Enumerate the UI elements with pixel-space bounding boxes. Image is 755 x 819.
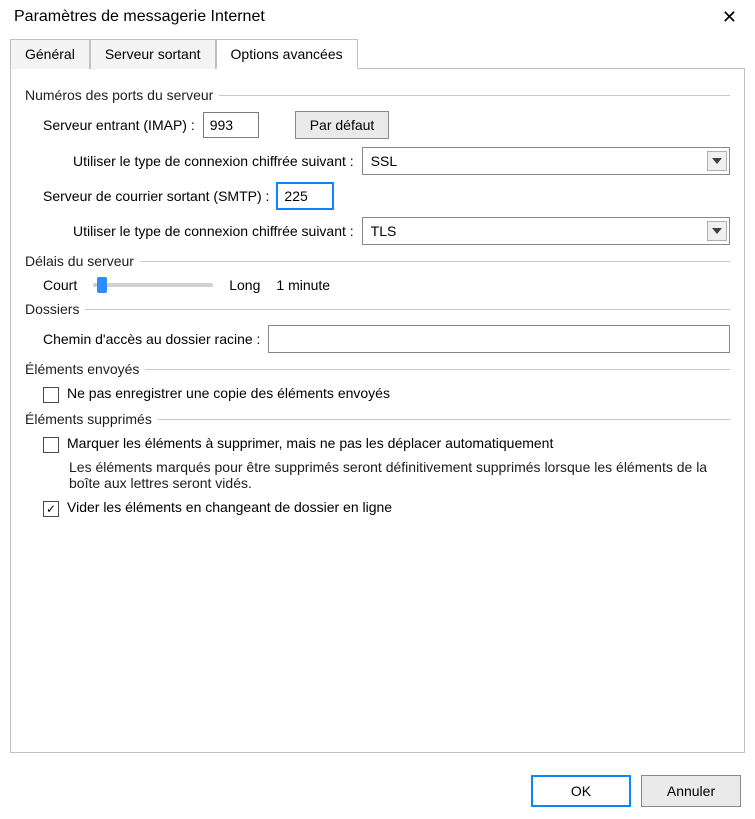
outgoing-port-row: Serveur de courrier sortant (SMTP) : bbox=[43, 183, 730, 209]
group-ports-label: Numéros des ports du serveur bbox=[25, 87, 730, 103]
outgoing-port-label: Serveur de courrier sortant (SMTP) : bbox=[43, 188, 269, 204]
slider-thumb[interactable] bbox=[97, 277, 107, 293]
incoming-enc-value: SSL bbox=[371, 153, 397, 169]
outgoing-enc-label: Utiliser le type de connexion chiffrée s… bbox=[73, 223, 354, 239]
timeout-slider-row: Court Long 1 minute bbox=[43, 277, 730, 293]
tab-advanced-options[interactable]: Options avancées bbox=[216, 39, 358, 69]
timeout-slider[interactable] bbox=[93, 283, 213, 287]
root-path-input[interactable] bbox=[268, 325, 730, 353]
dialog-title: Paramètres de messagerie Internet bbox=[14, 8, 265, 26]
purge-checkbox[interactable] bbox=[43, 501, 59, 517]
incoming-port-label: Serveur entrant (IMAP) : bbox=[43, 117, 195, 133]
timeout-short-label: Court bbox=[43, 277, 77, 293]
group-sent-label: Éléments envoyés bbox=[25, 361, 730, 377]
cancel-button[interactable]: Annuler bbox=[641, 775, 741, 807]
group-timeouts-text: Délais du serveur bbox=[25, 253, 134, 269]
root-path-row: Chemin d'accès au dossier racine : bbox=[43, 325, 730, 353]
divider bbox=[140, 261, 730, 262]
close-icon[interactable]: ✕ bbox=[716, 8, 743, 26]
divider bbox=[85, 309, 730, 310]
divider bbox=[158, 419, 730, 420]
group-ports-text: Numéros des ports du serveur bbox=[25, 87, 213, 103]
divider bbox=[145, 369, 730, 370]
outgoing-port-input[interactable] bbox=[277, 183, 333, 209]
no-copy-checkbox[interactable] bbox=[43, 387, 59, 403]
divider bbox=[219, 95, 730, 96]
timeout-value: 1 minute bbox=[276, 277, 330, 293]
tabstrip: Général Serveur sortant Options avancées bbox=[0, 32, 755, 68]
mark-delete-label: Marquer les éléments à supprimer, mais n… bbox=[67, 435, 553, 451]
incoming-encryption-select[interactable]: SSL bbox=[362, 147, 730, 175]
incoming-port-row: Serveur entrant (IMAP) : Par défaut bbox=[43, 111, 730, 139]
outgoing-enc-row: Utiliser le type de connexion chiffrée s… bbox=[73, 217, 730, 245]
incoming-enc-row: Utiliser le type de connexion chiffrée s… bbox=[73, 147, 730, 175]
chevron-down-icon bbox=[707, 221, 727, 241]
group-timeouts-label: Délais du serveur bbox=[25, 253, 730, 269]
root-path-label: Chemin d'accès au dossier racine : bbox=[43, 331, 260, 347]
tab-outgoing-server[interactable]: Serveur sortant bbox=[90, 39, 216, 69]
ok-button[interactable]: OK bbox=[531, 775, 631, 807]
mark-delete-help: Les éléments marqués pour être supprimés… bbox=[69, 459, 730, 491]
group-deleted-text: Éléments supprimés bbox=[25, 411, 152, 427]
group-folders-label: Dossiers bbox=[25, 301, 730, 317]
group-sent-text: Éléments envoyés bbox=[25, 361, 139, 377]
purge-label: Vider les éléments en changeant de dossi… bbox=[67, 499, 392, 515]
default-ports-button[interactable]: Par défaut bbox=[295, 111, 390, 139]
purge-row: Vider les éléments en changeant de dossi… bbox=[43, 499, 730, 517]
mark-delete-checkbox[interactable] bbox=[43, 437, 59, 453]
settings-dialog: Paramètres de messagerie Internet ✕ Géné… bbox=[0, 0, 755, 819]
no-copy-row: Ne pas enregistrer une copie des élément… bbox=[43, 385, 730, 403]
outgoing-enc-value: TLS bbox=[371, 223, 397, 239]
group-deleted-label: Éléments supprimés bbox=[25, 411, 730, 427]
outgoing-encryption-select[interactable]: TLS bbox=[362, 217, 730, 245]
advanced-panel: Numéros des ports du serveur Serveur ent… bbox=[10, 68, 745, 753]
incoming-enc-label: Utiliser le type de connexion chiffrée s… bbox=[73, 153, 354, 169]
no-copy-label: Ne pas enregistrer une copie des élément… bbox=[67, 385, 390, 401]
mark-delete-row: Marquer les éléments à supprimer, mais n… bbox=[43, 435, 730, 453]
chevron-down-icon bbox=[707, 151, 727, 171]
group-folders-text: Dossiers bbox=[25, 301, 79, 317]
tab-general[interactable]: Général bbox=[10, 39, 90, 69]
titlebar: Paramètres de messagerie Internet ✕ bbox=[0, 0, 755, 32]
timeout-long-label: Long bbox=[229, 277, 260, 293]
incoming-port-input[interactable] bbox=[203, 112, 259, 138]
dialog-footer: OK Annuler bbox=[0, 763, 755, 819]
